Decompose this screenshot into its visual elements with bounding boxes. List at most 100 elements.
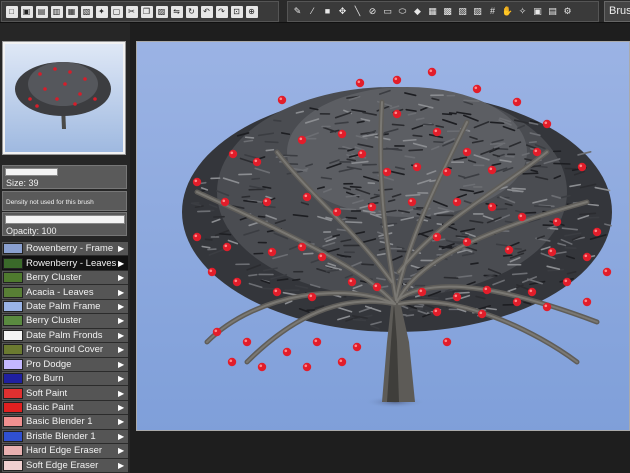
magic-icon[interactable]: ✧ bbox=[517, 6, 529, 18]
berry-cluster bbox=[277, 95, 287, 105]
berry-highlight bbox=[369, 204, 373, 208]
expand-arrow-icon[interactable]: ▶ bbox=[118, 288, 126, 297]
brush-item[interactable]: Rowenberry - Frame ▶ bbox=[2, 242, 128, 257]
expand-arrow-icon[interactable]: ▶ bbox=[118, 273, 126, 282]
brush-item[interactable]: Pro Burn ▶ bbox=[2, 371, 128, 387]
brush-item[interactable]: Pro Ground Cover ▶ bbox=[2, 343, 128, 358]
berry-highlight bbox=[444, 169, 448, 173]
expand-arrow-icon[interactable]: ▶ bbox=[118, 403, 126, 412]
layer-icon[interactable]: ▦ bbox=[427, 6, 439, 18]
berry-cluster bbox=[192, 232, 202, 242]
expand-arrow-icon[interactable]: ▶ bbox=[118, 417, 126, 426]
dock-icon[interactable]: ▤ bbox=[547, 6, 559, 18]
new-icon[interactable]: □ bbox=[5, 5, 18, 18]
open-icon[interactable]: ▣ bbox=[20, 5, 33, 18]
rotate-icon[interactable]: ↻ bbox=[185, 5, 198, 18]
grid-icon[interactable]: # bbox=[487, 6, 499, 18]
square-icon[interactable]: ■ bbox=[322, 6, 334, 18]
brush-item[interactable]: Soft Paint ▶ bbox=[2, 386, 128, 401]
brush-item[interactable]: Date Palm Fronds ▶ bbox=[2, 328, 128, 344]
lasso-icon[interactable]: ◆ bbox=[412, 6, 424, 18]
berry-highlight bbox=[234, 279, 238, 283]
density-control[interactable]: Density not used for this brush bbox=[2, 191, 127, 211]
brush-icon[interactable]: ✎ bbox=[292, 6, 304, 18]
brush-thumbnail bbox=[3, 402, 23, 414]
copy-icon[interactable]: ❐ bbox=[140, 5, 153, 18]
picker-icon[interactable]: ⁄ bbox=[307, 6, 319, 18]
brush-item[interactable]: Soft Edge Eraser ▶ bbox=[2, 458, 128, 473]
berry-cluster bbox=[562, 277, 572, 287]
flip-icon[interactable]: ⇋ bbox=[170, 5, 183, 18]
redo-icon[interactable]: ↷ bbox=[215, 5, 228, 18]
brush-item[interactable]: Pro Dodge ▶ bbox=[2, 357, 128, 372]
leaf-stroke bbox=[273, 119, 282, 122]
brush-item[interactable]: Acacia - Leaves ▶ bbox=[2, 285, 128, 300]
expand-arrow-icon[interactable]: ▶ bbox=[118, 374, 126, 383]
paste-icon[interactable]: ▨ bbox=[155, 5, 168, 18]
ellipse-icon[interactable]: ⬭ bbox=[397, 6, 409, 18]
berry-highlight bbox=[339, 359, 343, 363]
brush-item[interactable]: Bristle Blender 1 ▶ bbox=[2, 429, 128, 445]
painting-canvas[interactable] bbox=[136, 41, 630, 431]
image-icon[interactable]: ▣ bbox=[532, 6, 544, 18]
expand-arrow-icon[interactable]: ▶ bbox=[118, 259, 126, 268]
berry-cluster bbox=[302, 362, 312, 372]
fill-icon[interactable]: ⊘ bbox=[367, 6, 379, 18]
document-icon[interactable]: ▢ bbox=[110, 5, 123, 18]
berry-highlight bbox=[419, 289, 423, 293]
brush-item[interactable]: Berry Cluster ▶ bbox=[2, 314, 128, 329]
undo-icon[interactable]: ↶ bbox=[200, 5, 213, 18]
expand-arrow-icon[interactable]: ▶ bbox=[118, 446, 126, 455]
leaf-stroke bbox=[445, 297, 454, 300]
brush-thumbnail bbox=[3, 243, 23, 255]
expand-arrow-icon[interactable]: ▶ bbox=[118, 389, 126, 398]
size-slider[interactable] bbox=[5, 168, 58, 176]
brush-menu-button[interactable]: Brush bbox=[604, 1, 630, 22]
brush-label: Soft Edge Eraser bbox=[26, 459, 99, 471]
leaf-stroke bbox=[241, 195, 251, 198]
opacity-slider[interactable] bbox=[5, 215, 125, 224]
mask-icon[interactable]: ▧ bbox=[457, 6, 469, 18]
save-icon[interactable]: ▤ bbox=[35, 5, 48, 18]
navigator-preview[interactable] bbox=[2, 41, 126, 155]
line-icon[interactable]: ╲ bbox=[352, 6, 364, 18]
leaf-stroke bbox=[402, 138, 417, 142]
berry-cluster bbox=[432, 127, 442, 137]
opacity-control[interactable]: Opacity: 100 bbox=[2, 212, 127, 236]
expand-arrow-icon[interactable]: ▶ bbox=[118, 345, 126, 354]
berry-cluster bbox=[302, 192, 312, 202]
expand-arrow-icon[interactable]: ▶ bbox=[118, 302, 126, 311]
expand-arrow-icon[interactable]: ▶ bbox=[118, 432, 126, 441]
brush-item[interactable]: Rowenberry - Leaves ▶ bbox=[2, 256, 128, 271]
berry-cluster bbox=[512, 297, 522, 307]
fit-icon[interactable]: ⊡ bbox=[230, 5, 243, 18]
zoom-icon[interactable]: ⊕ bbox=[245, 5, 258, 18]
print-icon[interactable]: ▥ bbox=[50, 5, 63, 18]
brush-item[interactable]: Berry Cluster ▶ bbox=[2, 270, 128, 286]
leaf-stroke bbox=[422, 296, 439, 299]
import-icon[interactable]: ▧ bbox=[80, 5, 93, 18]
expand-arrow-icon[interactable]: ▶ bbox=[118, 360, 126, 369]
size-control[interactable]: Size: 39 bbox=[2, 165, 127, 189]
move-icon[interactable]: ✥ bbox=[337, 6, 349, 18]
expand-arrow-icon[interactable]: ▶ bbox=[118, 331, 126, 340]
expand-arrow-icon[interactable]: ▶ bbox=[118, 461, 126, 470]
berry-cluster bbox=[412, 162, 422, 172]
smudge-icon[interactable]: ✋ bbox=[502, 6, 514, 18]
brush-thumbnail bbox=[3, 387, 23, 399]
settings-icon[interactable]: ⚙ bbox=[562, 6, 574, 18]
brush-item[interactable]: Basic Blender 1 ▶ bbox=[2, 415, 128, 430]
checker-icon[interactable]: ▩ bbox=[442, 6, 454, 18]
expand-arrow-icon[interactable]: ▶ bbox=[118, 316, 126, 325]
brush-item[interactable]: Date Palm Frame ▶ bbox=[2, 299, 128, 315]
cut-icon[interactable]: ✂ bbox=[125, 5, 138, 18]
expand-arrow-icon[interactable]: ▶ bbox=[118, 244, 126, 253]
berry-highlight bbox=[434, 234, 438, 238]
brush-item[interactable]: Basic Paint ▶ bbox=[2, 400, 128, 416]
wand-icon[interactable]: ✦ bbox=[95, 5, 108, 18]
export-icon[interactable]: ▦ bbox=[65, 5, 78, 18]
rectangle-icon[interactable]: ▭ bbox=[382, 6, 394, 18]
brush-list: Rowenberry - Frame ▶ Rowenberry - Leaves ▶ B… bbox=[2, 242, 128, 473]
brush-item[interactable]: Hard Edge Eraser ▶ bbox=[2, 444, 128, 459]
pattern-icon[interactable]: ▨ bbox=[472, 6, 484, 18]
